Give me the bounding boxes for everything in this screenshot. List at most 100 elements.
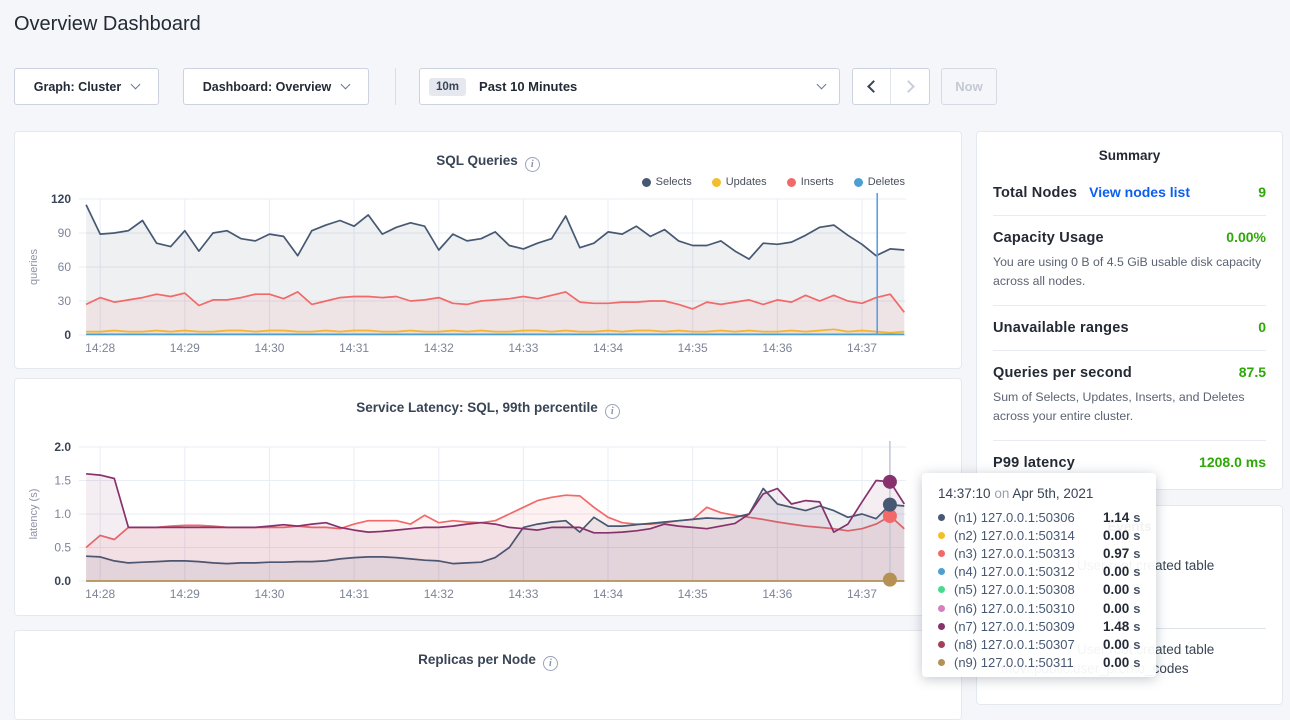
tooltip-node-unit: s (1133, 582, 1140, 597)
chevron-down-icon (341, 80, 351, 90)
time-range-badge: 10m (429, 78, 466, 96)
node-color-dot (938, 550, 945, 557)
svg-text:14:28: 14:28 (85, 341, 115, 355)
page-title: Overview Dashboard (14, 13, 201, 36)
svg-text:14:37: 14:37 (847, 341, 877, 355)
graph-dropdown[interactable]: Graph: Cluster (14, 68, 159, 105)
svg-text:30: 30 (58, 294, 72, 308)
tooltip-row: (n6) 127.0.0.1:503100.00s (938, 599, 1142, 617)
svg-text:14:36: 14:36 (762, 341, 792, 355)
svg-text:14:28: 14:28 (85, 587, 115, 601)
svg-text:14:34: 14:34 (593, 587, 623, 601)
dashboard-dropdown[interactable]: Dashboard: Overview (183, 68, 369, 105)
time-range-label: Past 10 Minutes (479, 79, 807, 94)
svg-text:queries: queries (28, 248, 40, 285)
time-prev-button[interactable] (853, 69, 891, 104)
tooltip-node-value: 1.14 (1103, 510, 1129, 525)
svg-text:1.0: 1.0 (54, 507, 71, 521)
tooltip-node-unit: s (1133, 510, 1140, 525)
tooltip-row: (n7) 127.0.0.1:503091.48s (938, 617, 1142, 635)
summary-row-value: 1208.0 ms (1199, 454, 1266, 470)
tooltip-node-value: 0.00 (1103, 655, 1129, 670)
service-latency-card: Service Latency: SQL, 99th percentilei 0… (14, 378, 962, 616)
sql-queries-chart[interactable]: 030609012014:2814:2914:3014:3114:3214:33… (15, 132, 961, 373)
node-color-dot (938, 532, 945, 539)
summary-row-value: 87.5 (1239, 364, 1266, 380)
svg-text:14:33: 14:33 (508, 587, 538, 601)
svg-text:14:35: 14:35 (678, 587, 708, 601)
svg-text:14:32: 14:32 (424, 341, 454, 355)
summary-row-value: 0 (1258, 319, 1266, 335)
chevron-down-icon (817, 80, 827, 90)
svg-text:14:31: 14:31 (339, 587, 369, 601)
tooltip-node-label: (n8) 127.0.0.1:50307 (954, 637, 1103, 652)
tooltip-row: (n8) 127.0.0.1:503070.00s (938, 635, 1142, 653)
node-color-dot (938, 641, 945, 648)
node-color-dot (938, 586, 945, 593)
svg-text:14:35: 14:35 (678, 341, 708, 355)
graph-dropdown-label: Graph: Cluster (34, 80, 122, 94)
tooltip-node-label: (n2) 127.0.0.1:50314 (954, 528, 1103, 543)
tooltip-node-unit: s (1133, 637, 1140, 652)
tooltip-node-value: 0.97 (1103, 546, 1129, 561)
tooltip-row: (n9) 127.0.0.1:503110.00s (938, 654, 1142, 672)
tooltip-node-unit: s (1133, 564, 1140, 579)
svg-text:90: 90 (58, 226, 72, 240)
tooltip-row: (n2) 127.0.0.1:503140.00s (938, 526, 1142, 544)
info-icon[interactable]: i (543, 656, 558, 671)
svg-text:14:30: 14:30 (254, 341, 284, 355)
svg-text:0.0: 0.0 (54, 574, 71, 588)
tooltip-timestamp: 14:37:10 on Apr 5th, 2021 (938, 486, 1142, 501)
summary-row-desc: You are using 0 B of 4.5 GiB usable disk… (993, 253, 1266, 291)
svg-text:14:36: 14:36 (762, 587, 792, 601)
node-color-dot (938, 659, 945, 666)
tooltip-row: (n4) 127.0.0.1:503120.00 s (938, 563, 1142, 581)
chevron-right-icon (902, 80, 915, 93)
svg-text:0.5: 0.5 (54, 541, 71, 555)
tooltip-node-unit: s (1133, 528, 1140, 543)
svg-text:120: 120 (51, 192, 71, 206)
chevron-left-icon (867, 80, 880, 93)
tooltip-node-value: 0.00 (1103, 564, 1129, 579)
summary-title: Summary (977, 132, 1282, 163)
summary-row-label: P99 latency (993, 455, 1075, 471)
summary-row-value: 9 (1258, 184, 1266, 200)
view-nodes-link[interactable]: View nodes list (1089, 184, 1190, 200)
node-color-dot (938, 605, 945, 612)
tooltip-node-label: (n4) 127.0.0.1:50312 (954, 564, 1103, 579)
tooltip-node-unit: s (1133, 655, 1140, 670)
time-range-picker[interactable]: 10m Past 10 Minutes (419, 68, 840, 105)
time-nav-group (852, 68, 930, 105)
now-button[interactable]: Now (941, 68, 997, 105)
tooltip-node-value: 1.48 (1103, 619, 1129, 634)
svg-text:14:31: 14:31 (339, 341, 369, 355)
chart-hover-tooltip: 14:37:10 on Apr 5th, 2021 (n1) 127.0.0.1… (922, 473, 1156, 677)
svg-text:14:30: 14:30 (254, 587, 284, 601)
tooltip-node-label: (n1) 127.0.0.1:50306 (954, 510, 1103, 525)
svg-text:latency (s): latency (s) (28, 489, 40, 540)
node-color-dot (938, 568, 945, 575)
tooltip-node-unit: s (1133, 601, 1140, 616)
summary-row-label: Queries per second (993, 365, 1132, 381)
service-latency-chart[interactable]: 0.00.51.01.52.014:2814:2914:3014:3114:32… (15, 379, 961, 620)
svg-text:2.0: 2.0 (54, 440, 71, 454)
svg-text:60: 60 (58, 260, 72, 274)
chevron-down-icon (131, 80, 141, 90)
svg-text:14:29: 14:29 (170, 587, 200, 601)
tooltip-node-value: 0.00 (1103, 582, 1129, 597)
tooltip-node-label: (n7) 127.0.0.1:50309 (954, 619, 1103, 634)
time-next-button[interactable] (891, 69, 929, 104)
svg-text:14:29: 14:29 (170, 341, 200, 355)
tooltip-node-label: (n5) 127.0.0.1:50308 (954, 582, 1103, 597)
node-color-dot (938, 623, 945, 630)
replicas-per-node-title: Replicas per Nodei (15, 652, 961, 671)
svg-text:14:34: 14:34 (593, 341, 623, 355)
node-color-dot (938, 514, 945, 521)
summary-row-value: 0.00% (1226, 229, 1266, 245)
svg-text:14:32: 14:32 (424, 587, 454, 601)
summary-row-desc: Sum of Selects, Updates, Inserts, and De… (993, 388, 1266, 426)
tooltip-row: (n3) 127.0.0.1:503130.97s (938, 544, 1142, 562)
summary-row: Unavailable ranges0 (993, 306, 1266, 351)
summary-rows: Total NodesView nodes list9Capacity Usag… (977, 163, 1282, 485)
tooltip-node-label: (n6) 127.0.0.1:50310 (954, 601, 1103, 616)
